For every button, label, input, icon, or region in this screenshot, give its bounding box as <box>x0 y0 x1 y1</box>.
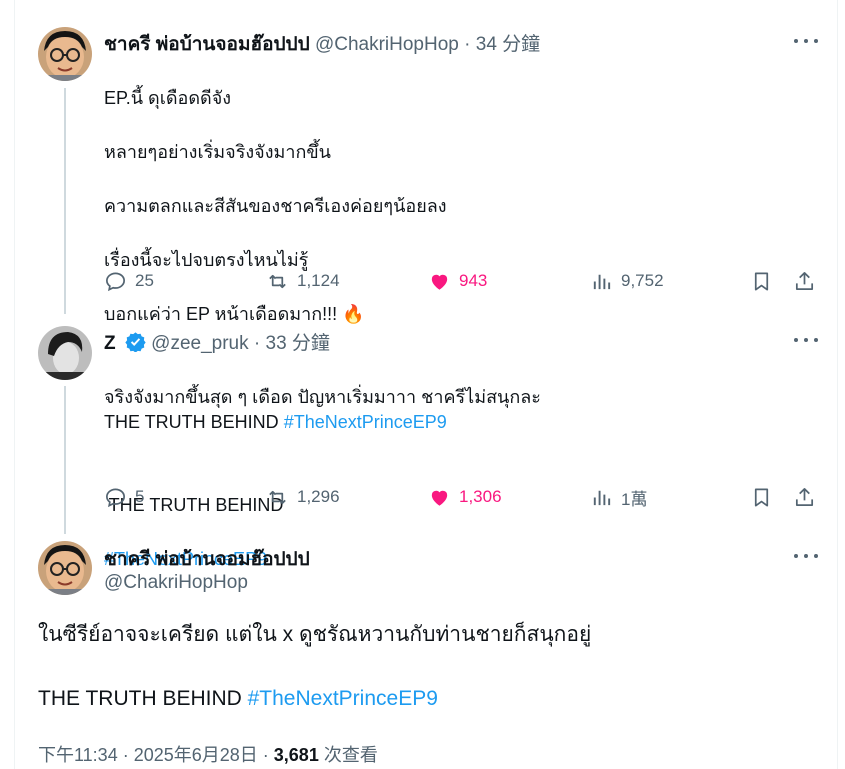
share-button[interactable] <box>793 485 816 509</box>
tweet-header: ชาครี พ่อบ้านจอมฮ๊อปปป @ChakriHopHop · 3… <box>104 29 540 59</box>
like-count: 943 <box>459 271 488 290</box>
avatar[interactable] <box>38 326 92 380</box>
more-options-icon[interactable] <box>794 330 818 350</box>
bookmark-icon <box>754 271 769 291</box>
repost-button[interactable]: 1,296 <box>266 485 340 509</box>
tweet-line: หลายๆอย่างเริ่มจริงจังมากขึ้น <box>104 142 331 162</box>
tweet-actions: 25 1,124 943 9,752 <box>104 269 824 293</box>
like-button[interactable]: 943 <box>428 269 487 293</box>
reply-icon <box>106 271 125 291</box>
repost-icon <box>269 274 286 288</box>
reply-icon <box>106 487 125 507</box>
view-count: 3,681 <box>273 745 319 765</box>
author-handle[interactable]: @ChakriHopHop <box>315 34 459 55</box>
repost-button[interactable]: 1,124 <box>266 269 340 293</box>
reply-button[interactable]: 5 <box>104 485 144 509</box>
views-button[interactable]: 9,752 <box>590 269 664 293</box>
separator-dot: · <box>253 333 261 354</box>
tweet-tag-line: THE TRUTH BEHIND #TheNextPrinceEP9 <box>38 684 438 714</box>
tweet-time[interactable]: 34 分鐘 <box>476 34 540 55</box>
views-icon <box>593 490 611 505</box>
verified-badge-icon <box>125 332 146 352</box>
bookmark-button[interactable] <box>750 269 773 293</box>
tweet-header: Z @zee_pruk · 33 分鐘 <box>104 328 330 355</box>
reply-count: 25 <box>135 271 154 290</box>
separator-dot: · <box>464 34 471 55</box>
author-handle[interactable]: @zee_pruk <box>151 333 248 354</box>
tweet-line: ความตลกและสีสันของชาครีเองค่อยๆน้อยลง <box>104 196 447 216</box>
author-name[interactable]: ชาครี พ่อบ้านจอมฮ๊อปปป <box>104 544 310 574</box>
heart-filled-icon <box>431 490 448 506</box>
views-count: 1萬 <box>621 489 648 509</box>
author-handle[interactable]: @ChakriHopHop <box>104 572 248 594</box>
thread-line <box>64 386 66 534</box>
share-icon <box>795 271 814 290</box>
views-icon <box>593 274 611 289</box>
bookmark-button[interactable] <box>750 485 773 509</box>
tweet-line: จริงจังมากขึ้นสุด ๆ เดือด ปัญหาเริ่มมาาา… <box>104 387 541 407</box>
more-options-icon[interactable] <box>794 31 818 51</box>
repost-count: 1,124 <box>297 271 340 290</box>
tweet-time[interactable]: 33 分鐘 <box>266 333 330 354</box>
share-button[interactable] <box>793 269 816 293</box>
more-options-icon[interactable] <box>794 546 818 566</box>
author-name[interactable]: ชาครี พ่อบ้านจอมฮ๊อปปป <box>104 34 310 55</box>
like-button[interactable]: 1,306 <box>428 485 502 509</box>
tweet-line: บอกแค่ว่า EP หน้าเดือดมาก!!! 🔥 <box>104 304 365 324</box>
bookmark-icon <box>754 487 769 507</box>
reply-button[interactable]: 25 <box>104 269 154 293</box>
share-icon <box>795 487 814 506</box>
repost-icon <box>269 490 286 504</box>
hashtag-link[interactable]: #TheNextPrinceEP9 <box>248 687 438 710</box>
views-button[interactable]: 1萬 <box>590 485 647 509</box>
tweet-actions: 5 1,296 1,306 1萬 <box>104 485 824 509</box>
tweet-meta: 下午11:34 · 2025年6月28日 · 3,681 次查看 <box>38 741 378 767</box>
tag-line-prefix: THE TRUTH BEHIND <box>38 687 248 710</box>
like-count: 1,306 <box>459 487 502 506</box>
avatar[interactable] <box>38 541 92 595</box>
tweet-line: EP.นี้ ดุเดือดดีจัง <box>104 88 232 108</box>
view-label: 次查看 <box>318 745 378 765</box>
heart-filled-icon <box>431 274 448 290</box>
thread-line <box>64 88 66 314</box>
reply-count: 5 <box>135 487 145 506</box>
tweet-timestamp[interactable]: 下午11:34 · 2025年6月28日 · <box>38 745 274 765</box>
tweet-text: ในซีรีย์อาจจะเครียด แต่ใน x ดูชรัณหวานกั… <box>38 623 592 646</box>
views-count: 9,752 <box>621 271 664 290</box>
avatar[interactable] <box>38 27 92 81</box>
repost-count: 1,296 <box>297 487 340 506</box>
author-name[interactable]: Z <box>104 333 116 354</box>
